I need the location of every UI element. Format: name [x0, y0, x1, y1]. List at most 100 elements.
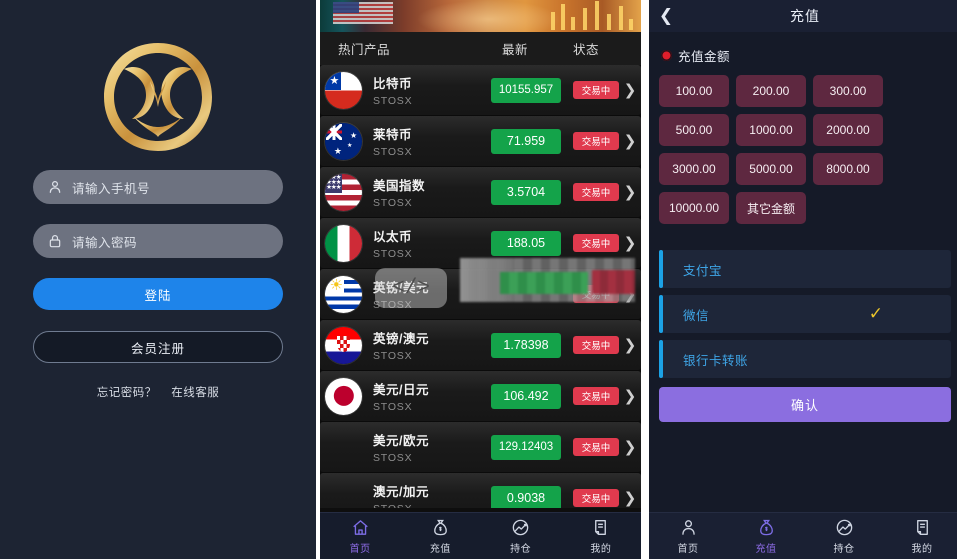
chevron-right-icon[interactable]: ❯ [619, 234, 641, 252]
forgot-password-link[interactable]: 忘记密码？ [97, 387, 157, 399]
moneybag-icon [757, 518, 776, 537]
banner-glow [416, 0, 561, 32]
amount-option[interactable]: 500.00 [659, 114, 729, 146]
amount-option[interactable]: 3000.00 [659, 153, 729, 185]
market-row[interactable]: ★ ★ ★ 莱特币 STOSX 71.959 交易中 ❯ [320, 116, 641, 166]
online-service-link[interactable]: 在线客服 [171, 387, 219, 399]
chevron-left-icon[interactable]: ❮ [649, 6, 683, 26]
market-row-price: 106.492 [491, 383, 561, 409]
moneybag-icon [431, 518, 450, 537]
finance-banner-image [320, 0, 641, 32]
market-row[interactable]: 英镑/澳元 STOSX 1.78398 交易中 ❯ [320, 320, 641, 370]
market-row[interactable]: ☀ 英镑/美元 STOSX 交易中 ❯ [320, 269, 641, 319]
market-row-name: 美元/欧元 [373, 434, 429, 448]
chevron-right-icon[interactable]: ❯ [619, 387, 641, 405]
market-row-price: 188.05 [491, 230, 561, 256]
tab-label: 首页 [677, 543, 699, 555]
market-screen: 热门产品 最新 状态 ★ 比特币 STOSX 10155.957 交易中 ❯ ★ ★ ★ 莱特币 S… [320, 0, 641, 559]
market-row-code: STOSX [373, 503, 491, 508]
market-row-name: 以太币 [373, 230, 413, 244]
amount-option[interactable]: 8000.00 [813, 153, 883, 185]
market-row-price: 1.78398 [491, 332, 561, 358]
three-phone-screens: 请输入手机号 请输入密码 登陆 会员注册 忘记密码？ 在线客服 热门产品 最新 … [0, 0, 957, 559]
chevron-right-icon[interactable]: ❯ [619, 489, 641, 507]
tab-首页[interactable]: 首页 [320, 518, 400, 555]
amount-option[interactable]: 200.00 [736, 75, 806, 107]
page-title: 充值 [790, 8, 820, 24]
amount-option[interactable]: 10000.00 [659, 192, 729, 224]
recharge-tabbar[interactable]: 首页 充值 持仓 我的 [649, 512, 957, 559]
australia-flag: ★ ★ ★ [325, 122, 362, 160]
tab-充值[interactable]: 充值 [400, 518, 480, 555]
usa-flag: ★★★ ★★★ ★★★ [325, 173, 362, 211]
status-badge: 交易中 [573, 489, 619, 507]
tab-首页[interactable]: 首页 [649, 518, 727, 555]
register-button[interactable]: 会员注册 [33, 331, 283, 363]
password-input-placeholder: 请输入密码 [72, 235, 138, 250]
japan-flag [325, 377, 362, 415]
login-button[interactable]: 登陆 [33, 278, 283, 310]
payment-method-list[interactable]: 支付宝微信 ✓ 银行卡转账 [659, 250, 951, 378]
market-row-name: 比特币 [373, 77, 413, 91]
market-row-names: 英镑/美元 STOSX [373, 277, 491, 311]
amount-option[interactable]: 5000.00 [736, 153, 806, 185]
tab-持仓[interactable]: 持仓 [481, 518, 561, 555]
market-row-code: STOSX [373, 197, 413, 209]
status-badge: 交易中 [573, 285, 619, 303]
document-icon [913, 518, 932, 537]
market-row[interactable]: ★★★ ★★★ ★★★ 美国指数 STOSX 3.5704 交易中 ❯ [320, 167, 641, 217]
payment-method[interactable]: 支付宝 [659, 250, 951, 288]
recharge-header: ❮ 充值 [649, 0, 957, 32]
app-logo [0, 0, 316, 170]
market-row[interactable]: 美元/欧元 STOSX 129.12403 交易中 ❯ [320, 422, 641, 472]
market-list[interactable]: ★ 比特币 STOSX 10155.957 交易中 ❯ ★ ★ ★ 莱特币 STOSX 71.959 交… [320, 65, 641, 508]
payment-method-label: 微信 [683, 308, 710, 323]
tab-持仓[interactable]: 持仓 [805, 518, 883, 555]
tab-充值[interactable]: 充值 [727, 518, 805, 555]
tab-我的[interactable]: 我的 [561, 518, 641, 555]
amount-option[interactable]: 100.00 [659, 75, 729, 107]
confirm-button[interactable]: 确认 [659, 387, 951, 422]
chevron-right-icon[interactable]: ❯ [619, 132, 641, 150]
lock-icon [49, 235, 61, 248]
payment-method[interactable]: 微信 ✓ [659, 295, 951, 333]
chevron-right-icon[interactable]: ❯ [619, 438, 641, 456]
market-row[interactable]: ★ 比特币 STOSX 10155.957 交易中 ❯ [320, 65, 641, 115]
status-badge: 交易中 [573, 387, 619, 405]
amount-option[interactable]: 2000.00 [813, 114, 883, 146]
chevron-right-icon[interactable]: ❯ [619, 81, 641, 99]
status-badge: 交易中 [573, 132, 619, 150]
market-tabbar[interactable]: 首页 充值 持仓 我的 [320, 512, 641, 559]
market-row[interactable]: 美元/日元 STOSX 106.492 交易中 ❯ [320, 371, 641, 421]
user-icon [49, 181, 61, 193]
payment-method-label: 银行卡转账 [683, 353, 749, 368]
market-row-names: 英镑/澳元 STOSX [373, 328, 491, 362]
amount-option[interactable]: 其它金额 [736, 192, 806, 224]
amount-option[interactable]: 300.00 [813, 75, 883, 107]
tab-我的[interactable]: 我的 [883, 518, 957, 555]
market-row[interactable]: 澳元/加元 STOSX0.9038 交易中❯ [320, 473, 641, 508]
phone-input[interactable]: 请输入手机号 [33, 170, 283, 204]
chevron-right-icon[interactable]: ❯ [619, 183, 641, 201]
amount-option[interactable]: 1000.00 [736, 114, 806, 146]
person-icon [679, 518, 698, 537]
password-input[interactable]: 请输入密码 [33, 224, 283, 258]
payment-method[interactable]: 银行卡转账 [659, 340, 951, 378]
header-status: 状态 [572, 43, 599, 57]
market-row-names: 莱特币 STOSX [373, 124, 491, 158]
amount-options-grid[interactable]: 100.00 200.00 300.00 500.00 1000.00 2000.00 30… [659, 75, 951, 224]
home-icon [351, 518, 370, 537]
tab-label: 我的 [590, 543, 612, 555]
status-badge: 交易中 [573, 234, 619, 252]
recharge-body: 充值金额 100.00 200.00 300.00 500.00 1000.00 2000… [649, 32, 957, 422]
login-helper-links: 忘记密码？ 在线客服 [0, 384, 316, 400]
status-badge: 交易中 [573, 81, 619, 99]
market-row-names: 澳元/加元 STOSX [373, 481, 491, 508]
market-row[interactable]: 以太币 STOSX 188.05 交易中 ❯ [320, 218, 641, 268]
italy-flag [325, 224, 362, 262]
chevron-right-icon[interactable]: ❯ [619, 336, 641, 354]
chevron-right-icon[interactable]: ❯ [619, 285, 641, 303]
market-row-code: STOSX [373, 401, 413, 413]
market-row-price: 10155.957 [491, 77, 561, 103]
status-badge: 交易中 [573, 336, 619, 354]
